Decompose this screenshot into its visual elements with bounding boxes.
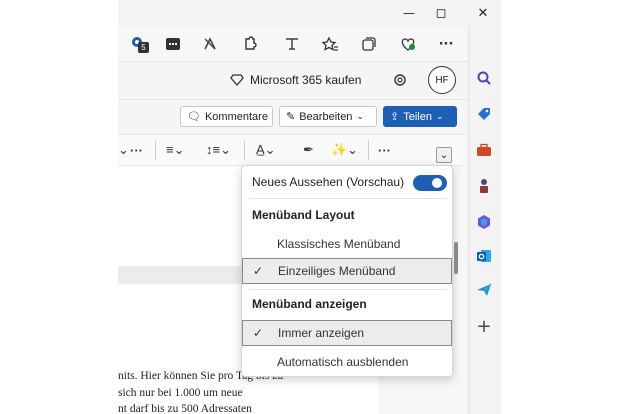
chevron-down-icon[interactable]: ⌄ (118, 141, 129, 159)
restore-button[interactable]: ◻ (428, 2, 454, 24)
ribbon-more-button[interactable]: ··· (378, 141, 391, 159)
ribbon-more-button[interactable]: ··· (130, 141, 143, 159)
avatar[interactable]: HF (428, 66, 456, 94)
toggle-knob (432, 178, 442, 188)
ribbon-divider (155, 140, 156, 160)
toolbox-icon[interactable] (472, 138, 496, 162)
show-ribbon-header: Menüband anzeigen (252, 297, 367, 311)
classic-ribbon-option[interactable]: Klassisches Menüband (242, 232, 452, 256)
edit-label: Bearbeiten (299, 110, 353, 123)
always-show-option[interactable]: ✓ Immer anzeigen (242, 320, 452, 346)
outlook-icon[interactable] (472, 244, 496, 268)
line-spacing-icon[interactable]: ↕≡⌄ (206, 141, 231, 159)
collections-icon[interactable] (357, 32, 381, 56)
browser-essentials-icon[interactable] (396, 32, 420, 56)
pencil-icon: ✎ (286, 111, 296, 123)
reading-icon[interactable] (161, 32, 185, 56)
games-icon[interactable] (472, 174, 496, 198)
add-icon[interactable]: + (472, 314, 496, 338)
minimize-button[interactable]: — (396, 2, 422, 24)
split-screen-icon[interactable] (280, 32, 304, 56)
styles-icon[interactable]: A̲⌄ (256, 141, 276, 159)
auto-hide-option[interactable]: Automatisch ausblenden (242, 350, 452, 374)
ribbon-options-button[interactable]: ⌄ (436, 147, 452, 163)
share-button[interactable]: ⇪ Teilen ⌄ (383, 106, 457, 127)
tag-icon[interactable] (472, 102, 496, 126)
comments-button[interactable]: 🗨 Kommentare (180, 106, 273, 127)
extensions-puzzle-icon[interactable] (238, 32, 262, 56)
comment-icon: 🗨 (187, 111, 201, 123)
layout-header: Menüband Layout (252, 208, 355, 222)
format-painter-icon[interactable]: ✒ (303, 141, 314, 159)
single-line-ribbon-label: Einzeiliges Menüband (278, 264, 396, 278)
search-icon[interactable] (472, 66, 496, 90)
ribbon-divider (244, 140, 245, 160)
share-icon: ⇪ (390, 111, 400, 123)
comments-label: Kommentare (204, 110, 268, 123)
panel-divider (250, 198, 446, 199)
settings-more-button[interactable]: ··· (434, 32, 458, 56)
single-line-ribbon-option[interactable]: ✓ Einzeiliges Menüband (242, 258, 452, 284)
edit-button[interactable]: ✎ Bearbeiten ⌄ (279, 106, 377, 127)
favorites-icon[interactable] (318, 32, 342, 56)
ribbon-divider (368, 140, 369, 160)
panel-scrollbar[interactable] (454, 242, 458, 274)
auto-hide-label: Automatisch ausblenden (277, 355, 409, 369)
extension-badge: 5 (138, 42, 149, 53)
share-label: Teilen (403, 110, 432, 123)
always-show-label: Immer anzeigen (278, 326, 365, 340)
checkmark-icon: ✓ (253, 264, 264, 278)
tracking-prevention-icon[interactable] (198, 32, 222, 56)
document-text-line: sich nur bei 1.000 um neue (118, 387, 243, 399)
document-text-line: nt darf bis zu 500 Adressaten (118, 403, 252, 414)
chevron-down-icon: ⌄ (435, 111, 444, 121)
checkmark-icon: ✓ (253, 326, 264, 340)
microsoft-365-icon[interactable] (472, 210, 496, 234)
send-icon[interactable] (472, 278, 496, 302)
classic-ribbon-label: Klassisches Menüband (277, 237, 401, 251)
panel-divider (250, 289, 446, 290)
buy-microsoft-365-link[interactable]: Microsoft 365 kaufen (250, 73, 361, 87)
close-button[interactable]: ✕ (470, 2, 496, 24)
designer-wand-icon[interactable]: ✨⌄ (331, 141, 358, 159)
diamond-icon (229, 72, 245, 88)
chevron-down-icon: ⌄ (356, 111, 364, 121)
gear-icon[interactable] (391, 71, 409, 89)
align-icon[interactable]: ≡⌄ (166, 141, 184, 159)
